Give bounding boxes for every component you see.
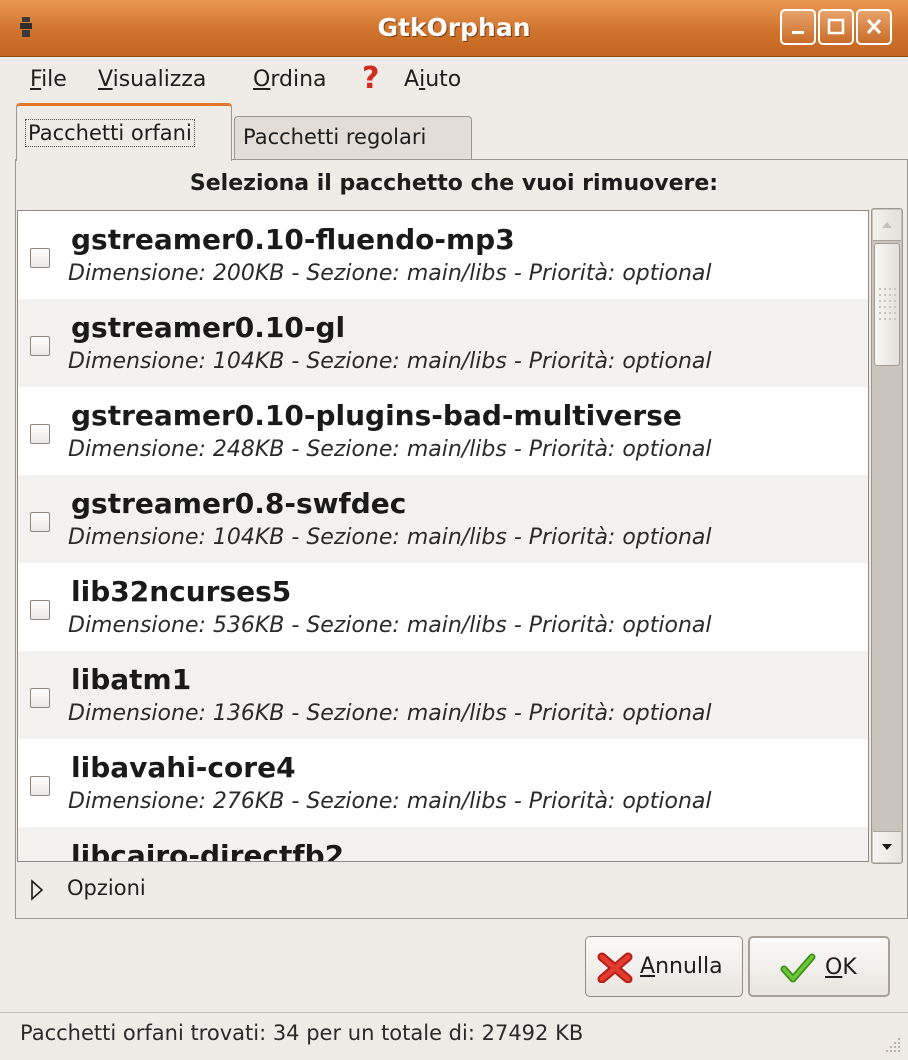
ok-label: OK — [825, 955, 857, 980]
help-icon[interactable]: ? — [362, 61, 379, 96]
list-item[interactable]: lib32ncurses5 Dimensione: 536KB - Sezion… — [18, 563, 868, 651]
cancel-button[interactable]: Annulla — [585, 936, 743, 997]
cancel-icon — [597, 952, 633, 983]
resize-grip-icon[interactable] — [884, 1036, 902, 1054]
title-bar[interactable]: GtkOrphan — [0, 0, 908, 57]
list-item[interactable]: libcairo-directfb2 — [18, 827, 868, 862]
tab-regular-packages-label: Pacchetti regolari — [243, 125, 427, 149]
menu-help-label-pre: A — [404, 67, 420, 92]
checkmark-icon — [780, 953, 816, 983]
package-checkbox[interactable] — [30, 600, 50, 620]
package-name: gstreamer0.10-plugins-bad-multiverse — [71, 399, 682, 432]
menu-help[interactable]: Aiuto — [404, 67, 461, 92]
close-icon — [866, 18, 882, 35]
package-info: Dimensione: 104KB - Sezione: main/libs -… — [68, 525, 712, 550]
package-checkbox[interactable] — [30, 512, 50, 532]
grip-dots-icon — [879, 288, 896, 320]
package-name: lib32ncurses5 — [71, 575, 292, 608]
menu-sort-mnemonic: O — [253, 67, 271, 92]
package-info: Dimensione: 200KB - Sezione: main/libs -… — [68, 261, 712, 286]
menu-view[interactable]: Visualizza — [98, 67, 206, 92]
arrow-up-icon — [882, 222, 892, 228]
list-item[interactable]: gstreamer0.10-fluendo-mp3 Dimensione: 20… — [18, 211, 868, 299]
tab-orphan-packages-label: Pacchetti orfani — [25, 119, 195, 147]
package-checkbox[interactable] — [30, 776, 50, 796]
list-item[interactable]: gstreamer0.10-gl Dimensione: 104KB - Sez… — [18, 299, 868, 387]
minimize-button[interactable] — [780, 9, 816, 45]
list-item[interactable]: libavahi-core4 Dimensione: 276KB - Sezio… — [18, 739, 868, 827]
package-checkbox[interactable] — [30, 688, 50, 708]
list-item[interactable]: gstreamer0.8-swfdec Dimensione: 104KB - … — [18, 475, 868, 563]
package-info: Dimensione: 276KB - Sezione: main/libs -… — [68, 789, 712, 814]
list-item[interactable]: gstreamer0.10-plugins-bad-multiverse Dim… — [18, 387, 868, 475]
tab-regular-packages[interactable]: Pacchetti regolari — [234, 116, 472, 159]
scroll-up-button[interactable] — [873, 210, 901, 241]
menu-file-mnemonic: F — [30, 67, 42, 92]
package-checkbox[interactable] — [30, 248, 50, 268]
maximize-button[interactable] — [818, 9, 854, 45]
menu-sort-label: rdina — [270, 67, 327, 92]
menu-view-label: isualizza — [112, 67, 207, 92]
expander-arrow-icon — [31, 879, 44, 901]
tab-orphan-packages[interactable]: Pacchetti orfani — [16, 103, 232, 161]
package-checkbox[interactable] — [30, 424, 50, 444]
package-name: libatm1 — [71, 663, 192, 696]
package-info: Dimensione: 104KB - Sezione: main/libs -… — [68, 349, 712, 374]
menu-sort[interactable]: Ordina — [253, 67, 327, 92]
close-button[interactable] — [856, 9, 892, 45]
menu-view-mnemonic: V — [98, 67, 113, 92]
package-name: gstreamer0.10-fluendo-mp3 — [71, 223, 515, 256]
package-name: libavahi-core4 — [71, 751, 296, 784]
package-list[interactable]: gstreamer0.10-fluendo-mp3 Dimensione: 20… — [17, 210, 869, 862]
arrow-down-icon — [882, 844, 892, 850]
package-name: libcairo-directfb2 — [71, 839, 345, 862]
package-checkbox[interactable] — [30, 336, 50, 356]
package-name: gstreamer0.8-swfdec — [71, 487, 407, 520]
scroll-down-button[interactable] — [873, 831, 901, 862]
package-info: Dimensione: 248KB - Sezione: main/libs -… — [68, 437, 712, 462]
app-window: GtkOrphan File Visualizza Ordina ? Aiuto… — [0, 0, 908, 1059]
cancel-label: Annulla — [640, 954, 723, 979]
menu-file-label: ile — [41, 67, 67, 92]
menu-help-label: uto — [425, 67, 462, 92]
status-bar: Pacchetti orfani trovati: 34 per un tota… — [0, 1012, 908, 1060]
menu-file[interactable]: File — [30, 67, 67, 92]
package-info: Dimensione: 136KB - Sezione: main/libs -… — [68, 701, 712, 726]
options-label: Opzioni — [67, 876, 146, 900]
package-info: Dimensione: 536KB - Sezione: main/libs -… — [68, 613, 712, 638]
status-text: Pacchetti orfani trovati: 34 per un tota… — [20, 1021, 584, 1045]
package-name: gstreamer0.10-gl — [71, 311, 346, 344]
scrollbar-thumb[interactable] — [874, 243, 900, 366]
list-item[interactable]: libatm1 Dimensione: 136KB - Sezione: mai… — [18, 651, 868, 739]
window-title: GtkOrphan — [377, 13, 531, 42]
menu-bar: File Visualizza Ordina ? Aiuto — [0, 57, 908, 103]
ok-button[interactable]: OK — [748, 936, 890, 997]
maximize-icon — [827, 18, 845, 35]
select-prompt: Seleziona il pacchetto che vuoi rimuover… — [189, 171, 719, 196]
minimize-icon — [792, 31, 804, 34]
list-scrollbar[interactable] — [871, 208, 903, 864]
